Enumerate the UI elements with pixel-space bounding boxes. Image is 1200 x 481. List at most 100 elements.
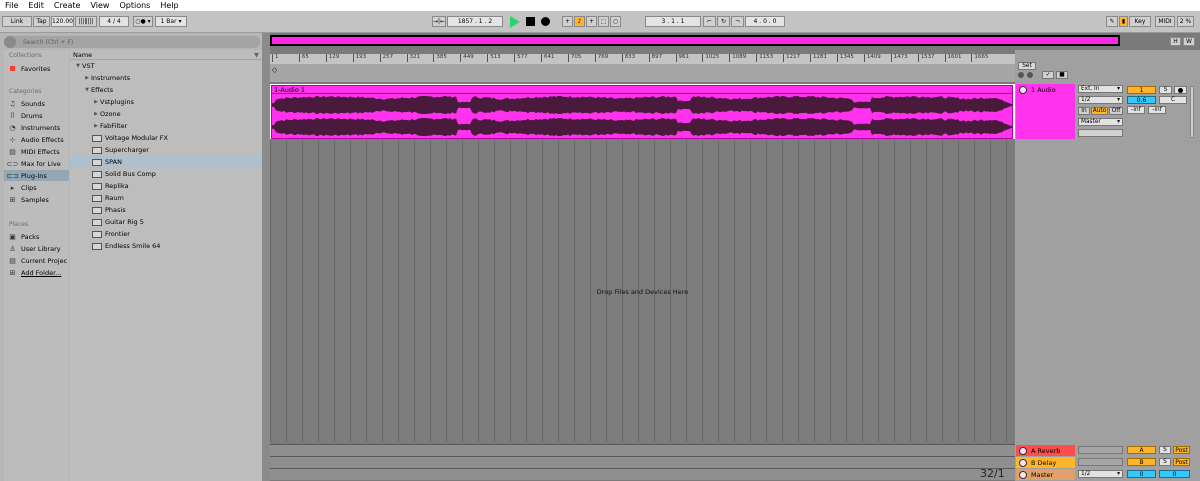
browser-item[interactable]: Supercharger — [70, 144, 262, 156]
capture-icon[interactable]: ⬚ — [598, 16, 609, 27]
pan-field[interactable]: C — [1159, 96, 1187, 104]
clip-header[interactable]: 1-Audio 1 — [271, 85, 1013, 94]
name-column-header[interactable]: Name ▼ — [70, 50, 262, 60]
sidebar-item-favorites[interactable]: Favorites — [4, 63, 69, 74]
zoom-width-button[interactable]: W — [1183, 37, 1195, 46]
next-locator-icon[interactable] — [1027, 72, 1033, 78]
master-lane[interactable] — [270, 468, 1015, 480]
browser-item[interactable]: ▶ Instruments — [70, 72, 262, 84]
time-signature[interactable]: 4 / 4 — [99, 16, 129, 27]
audio-clip-waveform[interactable] — [271, 94, 1014, 139]
fold-icon[interactable] — [1019, 470, 1027, 479]
return-a-routing[interactable] — [1078, 446, 1123, 454]
draw-mode-icon[interactable]: ✓ — [1042, 71, 1054, 79]
loop-length-field[interactable]: 4 . 0 . 0 — [745, 16, 785, 27]
beat-time-ruler[interactable]: 1 65 129 193 257 321 385 449 513 577 641 705 769 833 8… — [270, 54, 1015, 64]
key-map-button[interactable]: Key — [1129, 16, 1151, 27]
sidebar-item-clips[interactable]: ▸ Clips — [4, 182, 69, 193]
nudge-buttons[interactable]: |||‖||| — [75, 16, 97, 27]
metronome-button[interactable]: ○● ▾ — [133, 16, 153, 27]
sidebar-item-audio-effects[interactable]: ⊹ Audio Effects — [4, 134, 69, 145]
expand-down-icon[interactable]: ▼ — [83, 87, 91, 93]
overdub-button[interactable]: + — [562, 16, 573, 27]
browser-item[interactable]: ▼ VST — [70, 60, 262, 72]
expand-right-icon[interactable]: ▶ — [92, 123, 100, 129]
return-a-activator[interactable]: A — [1127, 446, 1156, 454]
fold-icon[interactable] — [1019, 86, 1027, 94]
return-a-post[interactable]: Post — [1173, 446, 1190, 454]
arm-button[interactable] — [1174, 86, 1187, 94]
return-b-solo[interactable]: S — [1159, 458, 1171, 466]
return-b-lane[interactable] — [270, 456, 1015, 468]
sidebar-item-plug-ins[interactable]: ⊏⊐ Plug-Ins — [4, 170, 69, 181]
browser-item[interactable]: Voltage Modular FX — [70, 132, 262, 144]
browser-item[interactable]: SPAN — [70, 156, 262, 168]
browser-item[interactable]: Frontier — [70, 228, 262, 240]
automation-arm-icon[interactable]: ♪ — [574, 16, 585, 27]
search-input[interactable]: Search (Ctrl + F) — [4, 36, 260, 48]
return-b-post[interactable]: Post — [1173, 458, 1190, 466]
punch-out-icon[interactable]: ¬ — [731, 16, 744, 27]
browser-item[interactable]: ▶ Vstplugins — [70, 96, 262, 108]
fold-icon[interactable] — [1019, 458, 1027, 467]
sidebar-item-drums[interactable]: ⠿ Drums — [4, 110, 69, 121]
sidebar-item-midi-effects[interactable]: ▤ MIDI Effects — [4, 146, 69, 157]
prev-locator-icon[interactable] — [1018, 72, 1024, 78]
return-b-routing[interactable] — [1078, 458, 1123, 466]
set-locator-button[interactable]: Set — [1018, 62, 1036, 70]
menu-file[interactable]: File — [5, 1, 18, 10]
master-output-select[interactable]: 1/2 ▾ — [1078, 470, 1123, 478]
link-button[interactable]: Link — [2, 16, 32, 27]
re-enable-automation-button[interactable]: + — [586, 16, 597, 27]
scrub-area[interactable]: ◇ — [270, 64, 1015, 82]
output-select[interactable]: Master ▾ — [1078, 118, 1123, 126]
place-item-user-library[interactable]: ♙ User Library — [4, 243, 69, 254]
panel-divider[interactable] — [262, 33, 270, 481]
sidebar-item-samples[interactable]: ⊞ Samples — [4, 194, 69, 205]
expand-right-icon[interactable]: ▶ — [83, 75, 91, 81]
input-channel-select[interactable]: 1/2 ▾ — [1078, 96, 1123, 104]
return-a-header[interactable]: A Reverb — [1016, 445, 1075, 456]
midi-map-button[interactable]: MIDI — [1155, 16, 1175, 27]
place-item-add-folder-[interactable]: ⊞ Add Folder... — [4, 267, 69, 278]
tap-button[interactable]: Tap — [33, 16, 50, 27]
monitor-off-button[interactable]: Off — [1109, 107, 1123, 115]
sidebar-item-sounds[interactable]: ♫ Sounds — [4, 98, 69, 109]
sidebar-item-instruments[interactable]: ◔ Instruments — [4, 122, 69, 133]
stop-icon[interactable] — [526, 17, 535, 26]
return-b-activator[interactable]: B — [1127, 458, 1156, 466]
loop-brace-icon[interactable]: ◇ — [272, 66, 277, 74]
browser-item[interactable]: ▼ Effects — [70, 84, 262, 96]
menu-options[interactable]: Options — [119, 1, 150, 10]
browser-item[interactable]: Solid Bus Comp — [70, 168, 262, 180]
master-pan[interactable]: 0 — [1159, 470, 1190, 478]
punch-in-icon[interactable]: ⌐ — [703, 16, 716, 27]
input-type-select[interactable]: Ext. In ▾ — [1078, 85, 1123, 93]
monitor-auto-button[interactable]: Auto — [1091, 107, 1108, 115]
record-icon[interactable] — [541, 17, 550, 26]
loop-switch-icon[interactable]: ↻ — [717, 16, 730, 27]
edit-icon[interactable]: ✎ — [1106, 16, 1118, 27]
arrangement-position[interactable]: 1857 . 1 . 2 — [447, 16, 503, 27]
return-a-solo[interactable]: S — [1159, 446, 1171, 454]
sidebar-item-max-for-live[interactable]: ⊂⊃ Max for Live — [4, 158, 69, 169]
master-volume[interactable]: 0 — [1127, 470, 1156, 478]
follow-icon[interactable]: →|← — [432, 16, 446, 27]
menu-create[interactable]: Create — [54, 1, 81, 10]
volume-field[interactable]: 0.6 — [1127, 96, 1156, 104]
browser-item[interactable]: Raum — [70, 192, 262, 204]
menu-help[interactable]: Help — [160, 1, 178, 10]
browser-item[interactable]: ▶ FabFilter — [70, 120, 262, 132]
song-overview[interactable] — [270, 35, 1120, 46]
expand-down-icon[interactable]: ▼ — [74, 63, 82, 69]
return-a-lane[interactable] — [270, 444, 1015, 456]
key-map-icon[interactable]: ▮ — [1119, 16, 1128, 27]
place-item-packs[interactable]: ▣ Packs — [4, 231, 69, 242]
output-sub-select[interactable] — [1078, 129, 1123, 137]
fold-icon[interactable] — [1019, 446, 1027, 455]
browser-toggle-icon[interactable] — [4, 36, 16, 48]
solo-button[interactable]: S — [1159, 86, 1172, 94]
browser-item[interactable]: Phasis — [70, 204, 262, 216]
menu-view[interactable]: View — [90, 1, 109, 10]
track-header[interactable]: 1 Audio — [1016, 84, 1075, 139]
